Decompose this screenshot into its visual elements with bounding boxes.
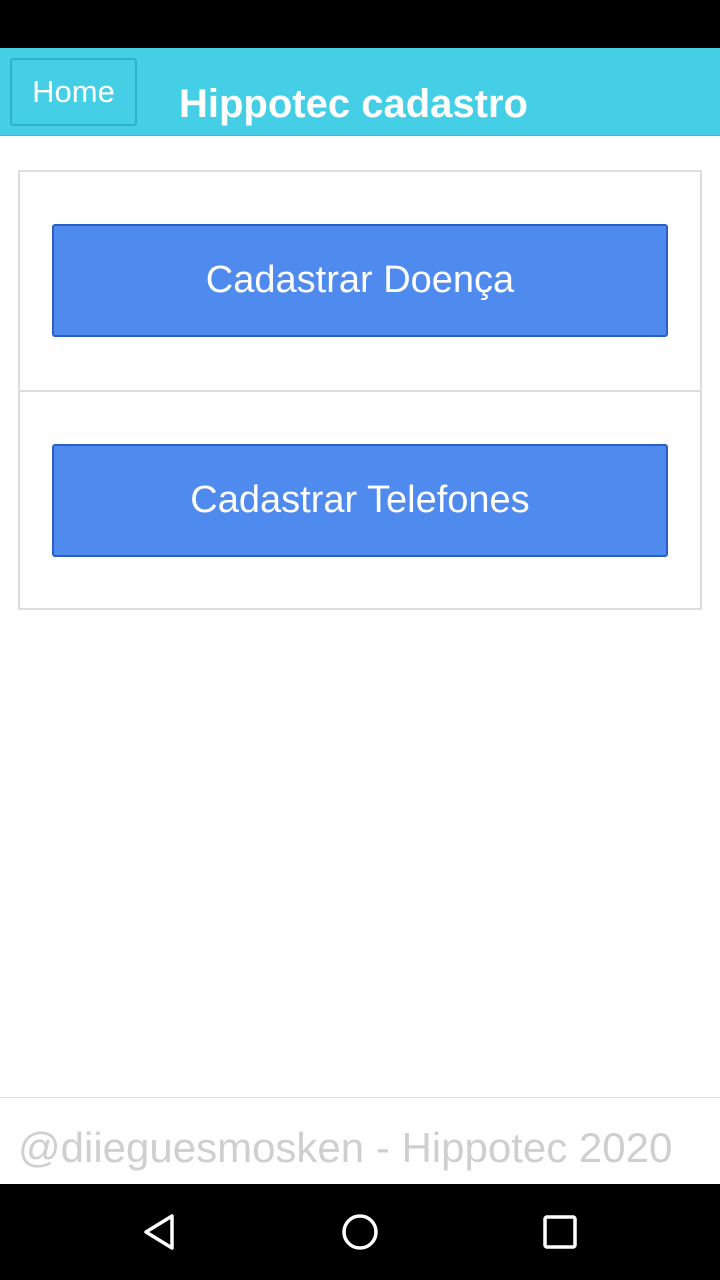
page-title: Hippotec cadastro — [179, 82, 528, 126]
register-disease-button[interactable]: Cadastrar Doença — [52, 224, 668, 337]
home-icon[interactable] — [340, 1212, 380, 1252]
back-icon[interactable] — [140, 1212, 180, 1252]
app-header: Home Hippotec cadastro — [0, 48, 720, 136]
list-item: Cadastrar Doença — [20, 172, 700, 390]
status-bar — [0, 0, 720, 48]
footer-text: @diieguesmosken - Hippotec 2020 — [18, 1124, 673, 1171]
footer: @diieguesmosken - Hippotec 2020 — [0, 1097, 720, 1184]
navigation-bar — [0, 1184, 720, 1280]
list-item: Cadastrar Telefones — [20, 390, 700, 608]
action-list: Cadastrar Doença Cadastrar Telefones — [18, 170, 702, 610]
recents-icon[interactable] — [540, 1212, 580, 1252]
register-phones-button[interactable]: Cadastrar Telefones — [52, 444, 668, 557]
home-button[interactable]: Home — [10, 58, 137, 126]
